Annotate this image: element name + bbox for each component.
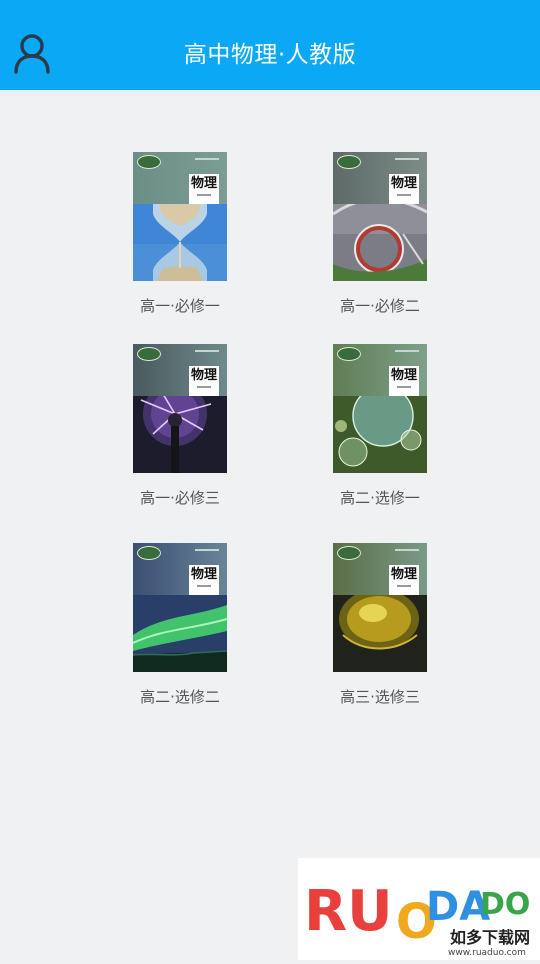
book-title: 高一·必修一 <box>140 297 220 315</box>
book-cover-image: 物理 <box>333 152 427 281</box>
page-title: 高中物理·人教版 <box>183 42 357 68</box>
svg-text:www.ruaduo.com: www.ruaduo.com <box>448 948 526 958</box>
app-header: 高中物理·人教版 <box>0 0 540 90</box>
book-title: 高一·必修三 <box>140 489 220 507</box>
svg-text:如多下载网: 如多下载网 <box>450 928 530 947</box>
book-cover-image: 物理 <box>133 152 227 281</box>
watermark-logo: RU O DA DO 如多下载网 www.ruaduo.com <box>298 858 540 960</box>
book-title: 高二·选修一 <box>340 489 420 507</box>
svg-text:DO: DO <box>480 887 530 922</box>
book-item-5[interactable]: 物理 高二·选修二 <box>110 543 250 707</box>
book-item-4[interactable]: 物理 高二·选修一 <box>310 344 450 508</box>
book-cover-image: 物理 <box>333 344 427 473</box>
svg-text:RU: RU <box>304 879 393 944</box>
book-title: 高二·选修二 <box>140 688 220 706</box>
book-title: 高三·选修三 <box>340 688 420 706</box>
book-item-6[interactable]: 物理 高三·选修三 <box>310 543 450 707</box>
book-item-3[interactable]: 物理 高一·必修三 <box>110 344 250 508</box>
book-cover-image: 物理 <box>333 543 427 672</box>
book-title: 高一·必修二 <box>340 297 420 315</box>
book-cover-image: 物理 <box>133 543 227 672</box>
book-cover-image: 物理 <box>133 344 227 473</box>
book-item-2[interactable]: 物理 高一·必修二 <box>310 152 450 316</box>
book-item-1[interactable]: 物理 高一·必修一 <box>110 152 250 316</box>
